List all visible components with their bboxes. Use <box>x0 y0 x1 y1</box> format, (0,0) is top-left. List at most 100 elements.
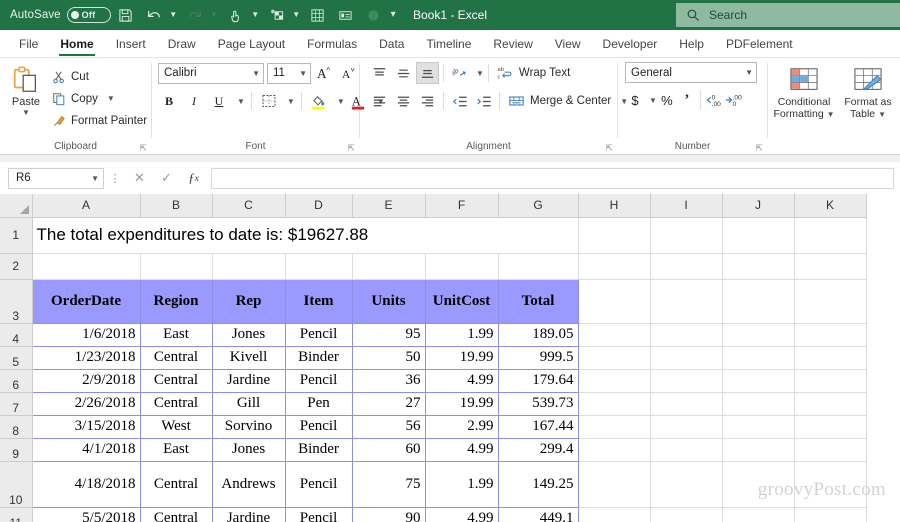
align-right-button[interactable] <box>416 90 439 112</box>
align-left-button[interactable] <box>368 90 391 112</box>
font-size-input[interactable]: 11 ▼ <box>267 62 311 84</box>
column-header-i[interactable]: I <box>650 194 723 218</box>
row-header-7[interactable]: 7 <box>0 392 33 416</box>
borders-button[interactable] <box>258 90 280 112</box>
cell-h9[interactable] <box>578 438 651 462</box>
cell-c3[interactable]: Rep <box>211 278 286 324</box>
cell-f10[interactable]: 1.99 <box>424 460 499 508</box>
cell-h1[interactable] <box>578 217 651 254</box>
cell-c6[interactable]: Jardine <box>211 368 286 393</box>
cell-c4[interactable]: Jones <box>211 322 286 347</box>
form-icon[interactable] <box>333 2 359 28</box>
cell-f2[interactable] <box>425 253 499 280</box>
orientation-button[interactable]: ab <box>448 62 471 84</box>
merge-center-button[interactable]: Merge & Center ▼ <box>504 90 632 112</box>
currency-button[interactable]: $ <box>625 89 645 111</box>
column-header-f[interactable]: F <box>425 194 499 218</box>
cell-k5[interactable] <box>794 346 867 370</box>
autosave-toggle[interactable]: Off <box>66 7 111 23</box>
cell-i11[interactable] <box>650 507 723 522</box>
cell-a2[interactable] <box>32 253 141 280</box>
cell-b2[interactable] <box>140 253 213 280</box>
cell-i9[interactable] <box>650 438 723 462</box>
tab-draw[interactable]: Draw <box>157 31 207 57</box>
touch-mode-dropdown-icon[interactable]: ▼ <box>249 2 262 28</box>
cell-h2[interactable] <box>578 253 651 280</box>
row-header-1[interactable]: 1 <box>0 217 33 254</box>
touch-mode-icon[interactable] <box>223 2 249 28</box>
insert-function-icon[interactable]: ƒx <box>180 167 207 189</box>
cell-h6[interactable] <box>578 369 651 393</box>
cell-j2[interactable] <box>722 253 795 280</box>
comma-style-button[interactable]: ’ <box>677 89 697 111</box>
column-header-b[interactable]: B <box>140 194 213 218</box>
cell-g5[interactable]: 999.5 <box>497 345 579 370</box>
paste-dropdown-icon[interactable]: ▼ <box>22 109 30 117</box>
column-header-h[interactable]: H <box>578 194 651 218</box>
cell-d8[interactable]: Pencil <box>284 414 353 439</box>
cell-a6[interactable]: 2/9/2018 <box>31 368 141 393</box>
tab-insert[interactable]: Insert <box>105 31 157 57</box>
customize-qat-icon[interactable]: ▾ <box>387 2 400 28</box>
shrink-font-button[interactable]: A ˅ <box>339 62 361 84</box>
column-header-c[interactable]: C <box>212 194 286 218</box>
cell-g6[interactable]: 179.64 <box>497 368 579 393</box>
cell-i7[interactable] <box>650 392 723 416</box>
cell-a5[interactable]: 1/23/2018 <box>31 345 141 370</box>
copy-dropdown-icon[interactable]: ▼ <box>107 94 115 103</box>
column-header-e[interactable]: E <box>352 194 426 218</box>
bottom-align-button[interactable] <box>416 62 439 84</box>
cell-e6[interactable]: 36 <box>351 368 426 393</box>
cell-i6[interactable] <box>650 369 723 393</box>
redo-icon[interactable] <box>182 2 208 28</box>
cell-c5[interactable]: Kivell <box>211 345 286 370</box>
cell-g2[interactable] <box>498 253 579 280</box>
new-icon[interactable] <box>305 2 331 28</box>
sort-filter-icon[interactable]: ✱ <box>264 2 290 28</box>
cell-e11[interactable]: 90 <box>351 506 426 522</box>
tab-page-layout[interactable]: Page Layout <box>207 31 296 57</box>
cell-d2[interactable] <box>285 253 353 280</box>
cell-c11[interactable]: Jardine <box>211 506 286 522</box>
cell-d3[interactable]: Item <box>284 278 353 324</box>
cell-d4[interactable]: Pencil <box>284 322 353 347</box>
cell-d7[interactable]: Pen <box>284 391 353 416</box>
cell-i5[interactable] <box>650 346 723 370</box>
cell-a9[interactable]: 4/1/2018 <box>31 437 141 462</box>
cell-k11[interactable] <box>794 507 867 522</box>
cell-j4[interactable] <box>722 323 795 347</box>
cell-f8[interactable]: 2.99 <box>424 414 499 439</box>
fill-color-button[interactable] <box>308 90 330 112</box>
row-header-10[interactable]: 10 <box>0 461 33 508</box>
cell-c8[interactable]: Sorvino <box>211 414 286 439</box>
wrap-text-button[interactable]: ab c Wrap Text <box>493 62 574 84</box>
row-header-5[interactable]: 5 <box>0 346 33 370</box>
cell-h8[interactable] <box>578 415 651 439</box>
cell-k7[interactable] <box>794 392 867 416</box>
row-header-2[interactable]: 2 <box>0 253 33 280</box>
cell-j6[interactable] <box>722 369 795 393</box>
row-header-3[interactable]: 3 <box>0 279 33 324</box>
cell-a7[interactable]: 2/26/2018 <box>31 391 141 416</box>
paste-button[interactable]: Paste ▼ <box>0 62 52 117</box>
formula-input[interactable] <box>211 167 894 189</box>
tab-formulas[interactable]: Formulas <box>296 31 368 57</box>
tab-help[interactable]: Help <box>668 31 715 57</box>
top-align-button[interactable] <box>368 62 391 84</box>
cell-j11[interactable] <box>722 507 795 522</box>
cell-i3[interactable] <box>650 279 723 324</box>
cell-g11[interactable]: 449.1 <box>497 506 579 522</box>
undo-dropdown-icon[interactable]: ▼ <box>167 2 180 28</box>
column-header-d[interactable]: D <box>285 194 353 218</box>
cell-k6[interactable] <box>794 369 867 393</box>
increase-indent-button[interactable] <box>472 90 495 112</box>
tab-home[interactable]: Home <box>49 31 104 57</box>
cell-k9[interactable] <box>794 438 867 462</box>
tab-file[interactable]: File <box>8 31 49 57</box>
cell-h10[interactable] <box>578 461 651 508</box>
clipboard-dialog-launcher[interactable]: ⇱ <box>139 144 147 153</box>
column-header-a[interactable]: A <box>32 194 141 218</box>
cell-j7[interactable] <box>722 392 795 416</box>
name-box[interactable]: R6 ▼ <box>8 167 104 189</box>
conditional-formatting-button[interactable]: Conditional Formatting ▼ <box>772 62 836 121</box>
